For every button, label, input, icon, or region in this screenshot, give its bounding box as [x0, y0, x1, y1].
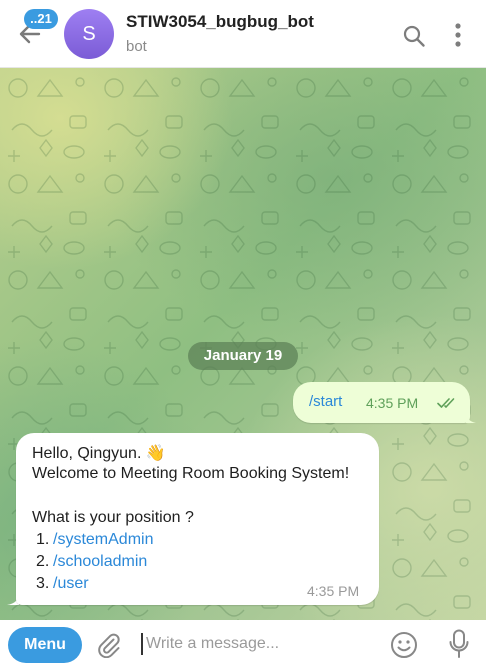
- outgoing-message[interactable]: /start 4:35 PM: [293, 382, 470, 423]
- message-composer: Menu: [0, 620, 486, 667]
- option-number: 2.: [36, 553, 50, 570]
- outgoing-bubble-tail: [466, 411, 476, 423]
- emoji-icon[interactable]: [390, 631, 418, 659]
- option-number: 3.: [36, 575, 50, 592]
- double-check-icon: [437, 398, 455, 408]
- search-icon[interactable]: [402, 24, 426, 48]
- chat-subtitle: bot: [126, 38, 147, 55]
- outgoing-message-time: 4:35 PM: [366, 395, 419, 411]
- welcome-text: Welcome to Meeting Room Booking System!: [32, 465, 350, 482]
- greeting-text: Hello, Qingyun. 👋: [32, 445, 166, 462]
- incoming-message[interactable]: Hello, Qingyun. 👋 Welcome to Meeting Roo…: [16, 433, 379, 605]
- user-command-link[interactable]: /user: [53, 575, 89, 593]
- outgoing-command-text[interactable]: /start: [309, 393, 342, 410]
- chat-title[interactable]: STIW3054_bugbug_bot: [126, 12, 314, 32]
- text-cursor: [141, 633, 143, 655]
- date-separator: January 19: [188, 342, 298, 370]
- option-number: 1.: [36, 531, 50, 548]
- chat-header: ..21 S STIW3054_bugbug_bot bot: [0, 0, 486, 68]
- incoming-message-time: 4:35 PM: [307, 583, 360, 599]
- system-admin-command-link[interactable]: /systemAdmin: [53, 531, 153, 549]
- paperclip-icon[interactable]: [96, 632, 122, 658]
- unread-count-badge: ..21: [24, 9, 58, 29]
- bot-menu-button[interactable]: Menu: [8, 627, 82, 663]
- avatar[interactable]: S: [64, 9, 114, 59]
- school-admin-command-link[interactable]: /schooladmin: [53, 553, 147, 571]
- microphone-icon[interactable]: [448, 629, 470, 659]
- chat-area[interactable]: January 19 /start 4:35 PM Hello, Qingyun…: [0, 68, 486, 620]
- more-vertical-icon[interactable]: [448, 22, 468, 48]
- message-input[interactable]: [146, 631, 376, 657]
- question-text: What is your position ?: [32, 509, 194, 526]
